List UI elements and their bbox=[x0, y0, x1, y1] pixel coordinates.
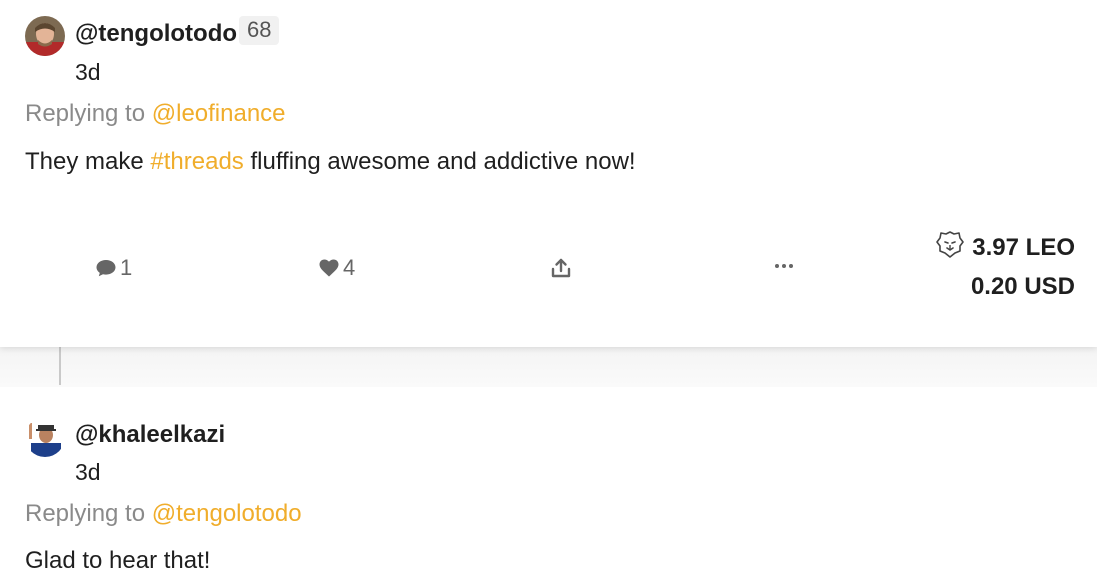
reputation-badge: 68 bbox=[239, 16, 280, 45]
replying-prefix: Replying to bbox=[25, 100, 146, 127]
replying-prefix: Replying to bbox=[25, 500, 146, 527]
avatar[interactable] bbox=[25, 417, 65, 457]
post-body: Glad to hear that! bbox=[25, 547, 211, 574]
hashtag-link[interactable]: #threads bbox=[150, 148, 243, 175]
replying-mention-link[interactable]: @tengolotodo bbox=[152, 500, 302, 527]
thread-post: @tengolotodo 68 3d Replying to @leofinan… bbox=[0, 0, 1097, 347]
post-time[interactable]: 3d bbox=[75, 459, 101, 486]
share-button[interactable] bbox=[550, 257, 572, 279]
comment-count: 1 bbox=[120, 255, 133, 280]
replying-to: Replying to @leofinance bbox=[25, 100, 286, 128]
reward-leo-amount[interactable]: 3.97 LEO bbox=[972, 234, 1075, 262]
reward-leo: 3.97 LEO bbox=[936, 230, 1075, 265]
author-username[interactable]: @tengolotodo bbox=[75, 20, 237, 48]
author-username[interactable]: @khaleelkazi bbox=[75, 421, 225, 449]
avatar[interactable] bbox=[25, 16, 65, 56]
thread-post: @khaleelkazi 3d Replying to @tengolotodo… bbox=[0, 387, 1097, 577]
lion-icon bbox=[936, 230, 965, 265]
thread-separator bbox=[0, 347, 1097, 387]
reward-usd-amount: 0.20 USD bbox=[970, 273, 1075, 300]
replying-to: Replying to @tengolotodo bbox=[25, 500, 302, 528]
comment-button[interactable]: 1 bbox=[95, 255, 132, 281]
post-body-text-end: fluffing awesome and addictive now! bbox=[243, 148, 636, 175]
ellipsis-icon bbox=[774, 261, 794, 271]
post-time[interactable]: 3d bbox=[75, 59, 101, 86]
like-button[interactable]: 4 bbox=[318, 255, 355, 281]
replying-mention-link[interactable]: @leofinance bbox=[152, 100, 286, 127]
post-body-text-start: They make bbox=[25, 148, 151, 175]
post-body: They make #threads fluffing awesome and … bbox=[25, 148, 636, 176]
heart-icon bbox=[318, 258, 340, 278]
thread-connector-line bbox=[59, 347, 61, 385]
speech-bubble-icon bbox=[95, 258, 117, 278]
like-count: 4 bbox=[343, 255, 356, 280]
share-upload-icon bbox=[550, 257, 572, 279]
more-options-button[interactable] bbox=[774, 261, 794, 271]
